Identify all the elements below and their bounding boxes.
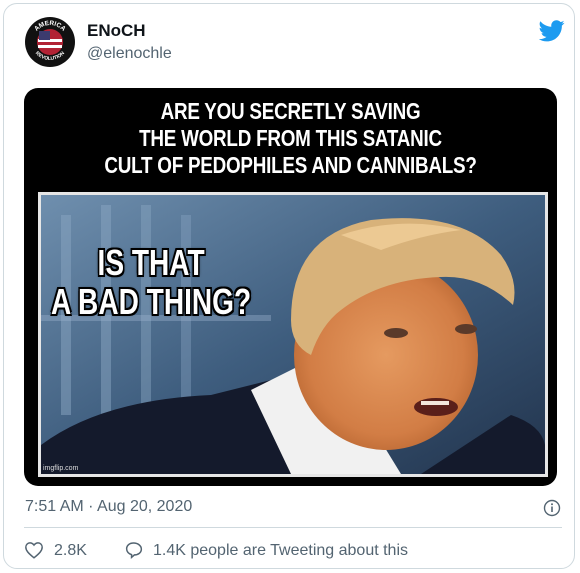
like-count[interactable]: 2.8K bbox=[54, 542, 87, 560]
meme-headline-line: ARE YOU SECRETLY SAVING bbox=[160, 98, 421, 124]
tweeting-about-link[interactable]: 1.4K people are Tweeting about this bbox=[153, 542, 408, 560]
meme-caption: IS THAT A BAD THING? bbox=[51, 243, 251, 321]
meme-headline: ARE YOU SECRETLY SAVING THE WORLD FROM T… bbox=[72, 98, 509, 179]
tweet-media-image[interactable]: ARE YOU SECRETLY SAVING THE WORLD FROM T… bbox=[24, 88, 557, 486]
divider bbox=[24, 527, 562, 528]
meme-caption-line: IS THAT bbox=[97, 242, 205, 283]
watermark: imgflip.com bbox=[43, 465, 79, 472]
info-circle-icon[interactable] bbox=[543, 499, 561, 517]
speech-bubble-icon[interactable] bbox=[124, 541, 144, 559]
user-handle[interactable]: @elenochle bbox=[87, 45, 172, 63]
tweet-timestamp[interactable]: 7:51 AM · Aug 20, 2020 bbox=[25, 498, 192, 516]
meme-photo: IS THAT A BAD THING? imgflip.com bbox=[38, 192, 548, 477]
twitter-bird-icon[interactable] bbox=[538, 20, 565, 42]
heart-icon[interactable] bbox=[24, 541, 44, 559]
avatar[interactable]: AMERICA REVOLUTION bbox=[25, 17, 75, 67]
meme-caption-line: A BAD THING? bbox=[51, 281, 252, 322]
meme-headline-line: THE WORLD FROM THIS SATANIC bbox=[139, 125, 442, 151]
tweet-card: AMERICA REVOLUTION ENoCH @elenochle ARE … bbox=[3, 3, 575, 569]
display-name[interactable]: ENoCH bbox=[87, 21, 146, 41]
meme-headline-line: CULT OF PEDOPHILES AND CANNIBALS? bbox=[104, 152, 477, 178]
